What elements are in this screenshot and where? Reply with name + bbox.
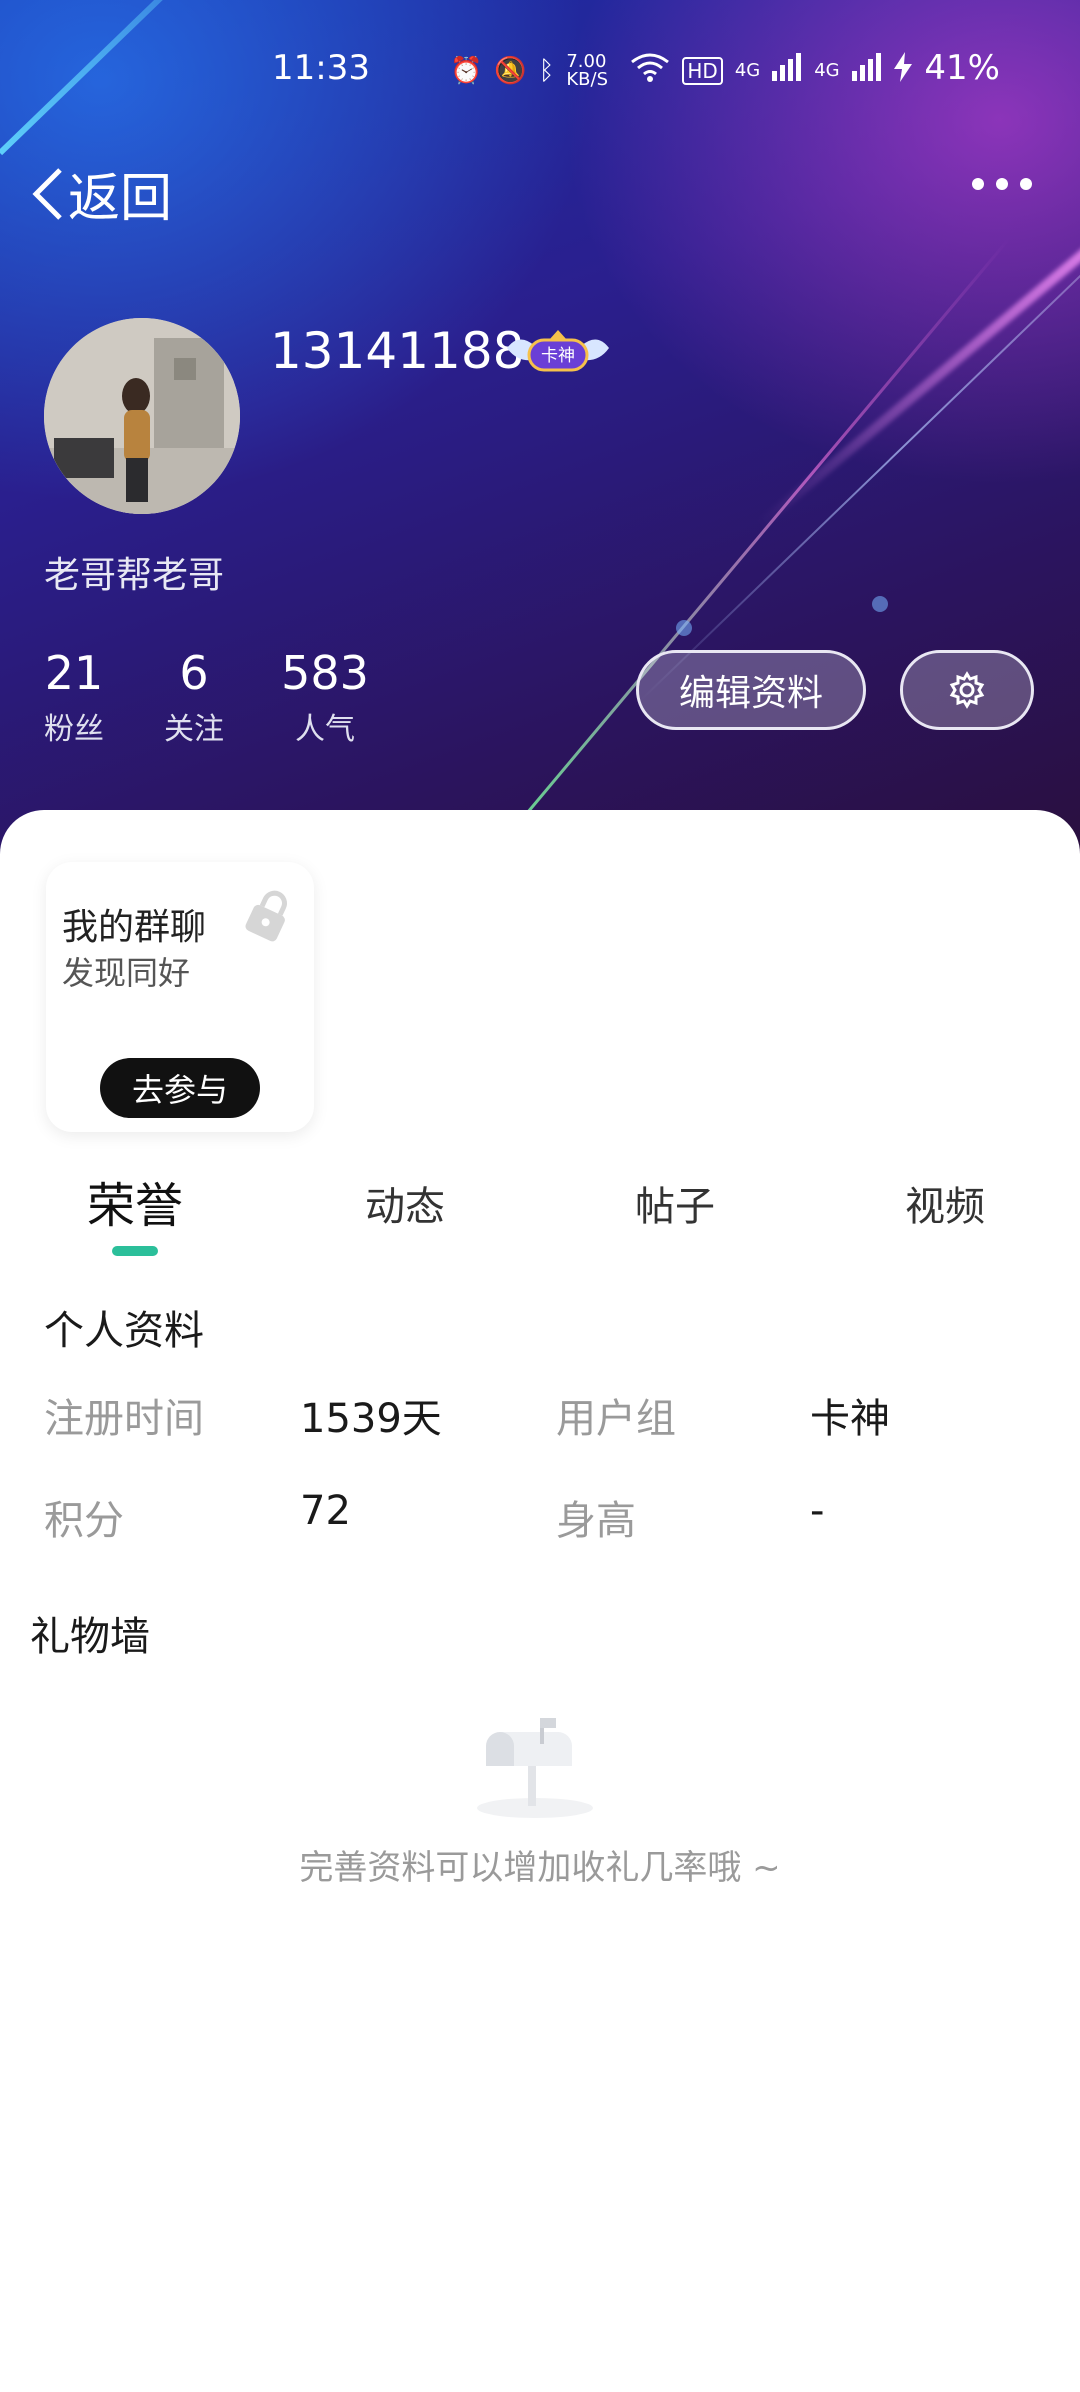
group-card-subtitle: 发现同好 (62, 954, 191, 992)
rank-badge: 卡神 (505, 326, 611, 378)
status-bar: 11:33 ⏰ 🔕 ᛒ 7.00 KB/S HD 4G 4G 41% (0, 48, 1080, 96)
profile-header: 11:33 ⏰ 🔕 ᛒ 7.00 KB/S HD 4G 4G 41% 返回 13… (0, 0, 1080, 860)
empty-mailbox-icon (470, 1712, 600, 1822)
mute-icon: 🔕 (494, 55, 527, 86)
tab-indicator (112, 1246, 158, 1256)
edit-profile-button[interactable]: 编辑资料 (636, 650, 866, 730)
light-dot (872, 596, 888, 612)
info-label: 身高 (556, 1498, 636, 1544)
user-id: 13141188 (270, 322, 525, 380)
settings-button[interactable] (900, 650, 1034, 730)
hd-icon: HD (682, 56, 723, 85)
stat-label: 粉丝 (44, 712, 104, 747)
info-value: 1539天 (300, 1396, 442, 1442)
status-icons: ⏰ 🔕 ᛒ 7.00 KB/S HD 4G 4G (450, 52, 912, 89)
light-dot (676, 620, 692, 636)
stat-value: 21 (44, 646, 104, 700)
lock-icon (240, 886, 298, 944)
stat-following[interactable]: 6 关注 (164, 646, 224, 748)
group-card-title: 我的群聊 (62, 907, 207, 948)
wifi-icon (630, 52, 670, 89)
signal-label: 4G (814, 60, 840, 81)
dot-icon (972, 178, 984, 190)
gift-wall-title: 礼物墙 (30, 1614, 150, 1660)
charging-icon (893, 52, 912, 89)
info-value: - (810, 1488, 825, 1534)
back-button[interactable]: 返回 (30, 156, 172, 231)
chevron-left-icon (32, 167, 62, 220)
bluetooth-icon: ᛒ (538, 55, 555, 86)
gift-wall-empty-text: 完善资料可以增加收礼几率哦 ~ (299, 1848, 781, 1888)
tab-activity[interactable]: 动态 (305, 1174, 505, 1232)
dot-icon (996, 178, 1008, 190)
back-label: 返回 (68, 169, 173, 229)
dot-icon (1020, 178, 1032, 190)
more-options-button[interactable] (972, 170, 1032, 198)
alarm-icon: ⏰ (450, 55, 483, 86)
avatar[interactable] (44, 318, 240, 514)
group-chat-card[interactable]: 我的群聊 发现同好 去参与 (46, 862, 314, 1132)
stat-fans[interactable]: 21 粉丝 (44, 646, 104, 748)
info-label: 用户组 (556, 1396, 676, 1442)
battery-level: 41% (924, 48, 1000, 88)
info-value: 卡神 (810, 1396, 890, 1442)
info-label: 积分 (44, 1498, 124, 1544)
personal-info-title: 个人资料 (44, 1308, 204, 1354)
rank-badge-text: 卡神 (541, 346, 575, 366)
signal-label: 4G (734, 60, 761, 81)
signal-icon (772, 53, 802, 88)
stat-popularity[interactable]: 583 人气 (280, 646, 370, 748)
stat-label: 人气 (295, 712, 355, 747)
info-label: 注册时间 (44, 1396, 204, 1442)
info-value: 72 (300, 1488, 351, 1534)
tab-posts[interactable]: 帖子 (575, 1174, 775, 1232)
profile-content: 我的群聊 发现同好 去参与 荣誉 动态 帖子 视频 个人资料 注册时间 1539… (0, 810, 1080, 2392)
tab-honor[interactable]: 荣誉 (35, 1166, 235, 1236)
nickname: 老哥帮老哥 (44, 555, 225, 596)
signal-icon (851, 53, 882, 88)
stat-label: 关注 (164, 712, 224, 747)
tab-videos[interactable]: 视频 (845, 1174, 1045, 1232)
light-beam (639, 200, 1080, 702)
stat-value: 6 (179, 646, 209, 700)
avatar-image (44, 318, 240, 514)
tab-bar: 荣誉 动态 帖子 视频 (0, 1160, 1080, 1250)
status-time: 11:33 (272, 48, 370, 88)
join-button[interactable]: 去参与 (100, 1058, 260, 1118)
stat-value: 583 (281, 646, 369, 700)
gear-icon (949, 671, 985, 709)
net-speed: 7.00 KB/S (566, 50, 609, 90)
